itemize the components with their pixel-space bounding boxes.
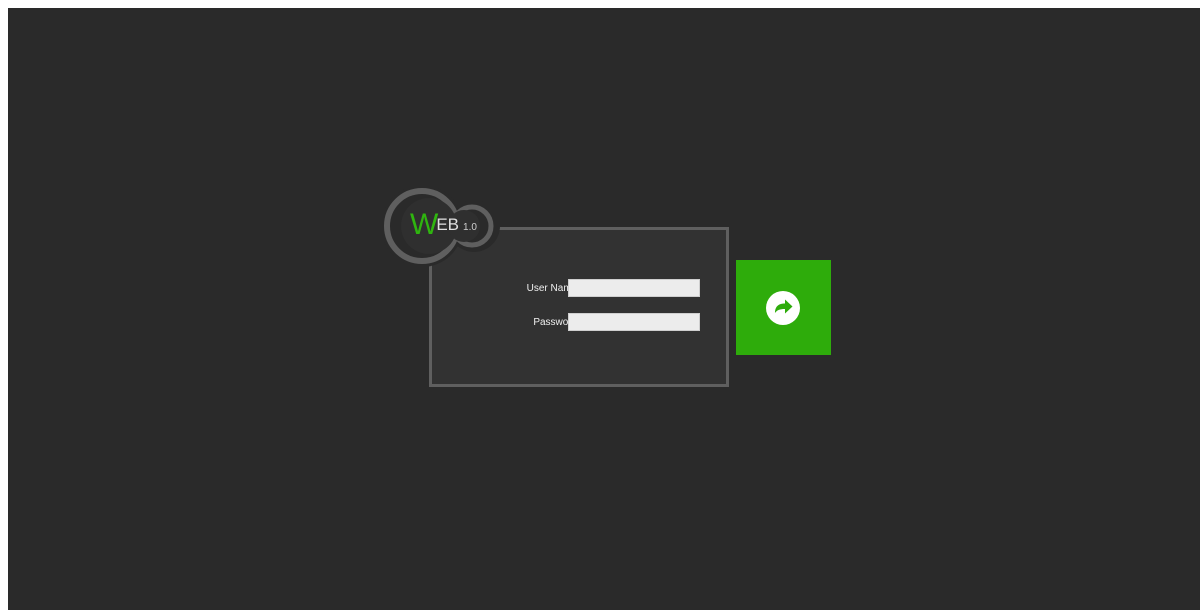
app-logo: WEB 1.0 [384,184,504,276]
password-input[interactable] [568,313,700,331]
logo-initial: W [410,208,439,241]
username-input[interactable] [568,279,700,297]
arrow-right-circle-icon [766,291,800,325]
logo-text: WEB 1.0 [410,210,477,240]
login-page: User Name: Password: WEB 1.0 [8,8,1200,610]
password-row: Password: [432,313,726,333]
username-row: User Name: [432,279,726,299]
login-submit-button[interactable] [736,260,831,355]
logo-version: 1.0 [463,222,477,233]
logo-rest: EB [436,215,460,234]
